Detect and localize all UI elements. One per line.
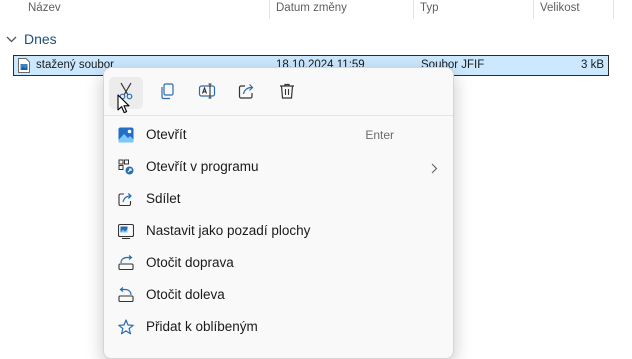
menu-item-set-wallpaper[interactable]: Nastavit jako pozadí plochy — [110, 216, 446, 246]
column-date[interactable]: Datum změny — [272, 0, 412, 19]
menu-item-open-with[interactable]: Otevřít v programu — [110, 152, 446, 182]
share-button[interactable] — [230, 77, 264, 109]
file-size: 3 kB — [580, 59, 604, 71]
column-type[interactable]: Typ — [416, 0, 532, 19]
share-icon — [118, 191, 134, 207]
column-divider[interactable] — [413, 0, 414, 19]
delete-icon — [278, 82, 296, 105]
open-with-icon — [118, 159, 134, 175]
column-header: Název Datum změny Typ Velikost — [0, 0, 632, 19]
copy-icon — [158, 82, 176, 105]
menu-item-rotate-right[interactable]: Otočit doprava — [110, 248, 446, 278]
menu-item-rotate-left[interactable]: Otočit doleva — [110, 280, 446, 310]
delete-button[interactable] — [270, 77, 304, 109]
chevron-down-icon[interactable] — [4, 32, 18, 46]
context-menu: Otevřít Enter Otevřít v programu Sdílet … — [103, 67, 454, 359]
image-file-icon — [18, 58, 30, 76]
rotate-left-icon — [118, 287, 134, 303]
menu-item-label: Přidat k oblíbeným — [146, 319, 258, 334]
group-label: Dnes — [24, 31, 57, 47]
rename-icon — [198, 82, 216, 105]
menu-divider — [104, 115, 453, 116]
rename-button[interactable] — [190, 77, 224, 109]
share-icon — [238, 82, 256, 105]
column-size[interactable]: Velikost — [536, 0, 612, 19]
column-divider[interactable] — [613, 0, 614, 19]
menu-item-label: Otevřít — [146, 127, 187, 142]
menu-item-open[interactable]: Otevřít Enter — [110, 120, 446, 150]
menu-item-label: Otočit doleva — [146, 287, 225, 302]
menu-item-share[interactable]: Sdílet — [110, 184, 446, 214]
photos-app-icon — [118, 127, 134, 143]
menu-item-add-favorites[interactable]: Přidat k oblíbeným — [110, 312, 446, 342]
wallpaper-icon — [117, 223, 135, 240]
quick-action-bar — [104, 74, 453, 112]
menu-item-shortcut: Enter — [365, 128, 394, 142]
star-icon — [118, 319, 134, 335]
column-name[interactable]: Název — [24, 0, 270, 19]
file-name: stažený soubor — [36, 59, 114, 71]
rotate-right-icon — [118, 255, 134, 271]
column-divider[interactable] — [269, 0, 270, 19]
menu-item-label: Nastavit jako pozadí plochy — [146, 223, 311, 238]
menu-item-label: Otočit doprava — [146, 255, 234, 270]
copy-button[interactable] — [150, 77, 184, 109]
menu-item-label: Sdílet — [146, 191, 181, 206]
group-header-today[interactable]: Dnes — [4, 29, 57, 49]
mouse-cursor-icon — [117, 94, 130, 119]
chevron-right-icon — [431, 161, 438, 179]
column-divider[interactable] — [533, 0, 534, 19]
menu-item-label: Otevřít v programu — [146, 159, 259, 174]
